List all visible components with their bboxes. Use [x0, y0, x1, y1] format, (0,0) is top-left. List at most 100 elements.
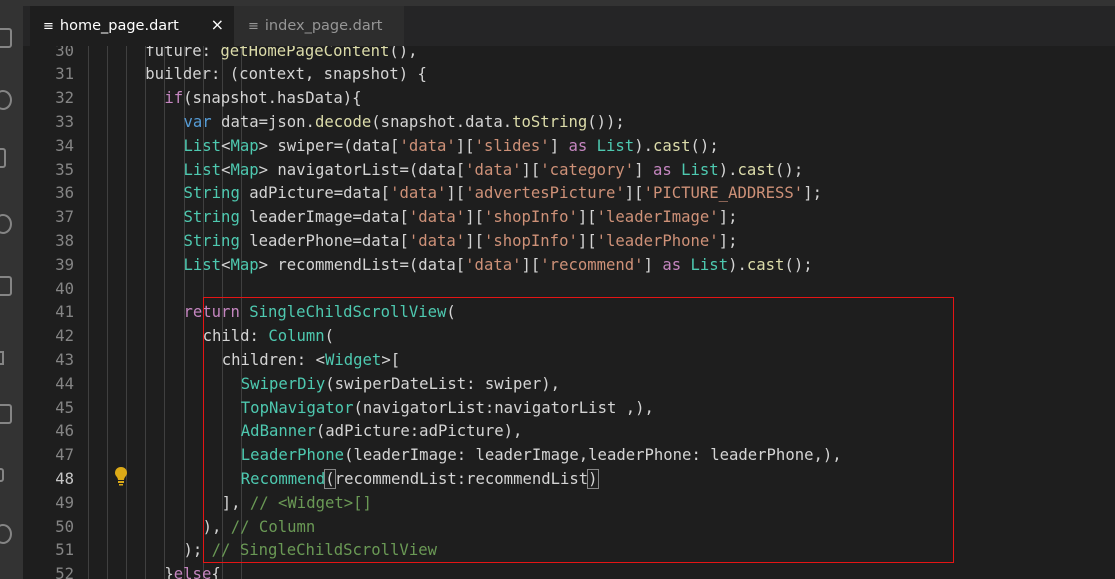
code-line[interactable]: 35 List<Map> navigatorList=(data['data'][… [23, 159, 1115, 183]
line-number: 49 [55, 493, 74, 512]
code-token: List [681, 160, 719, 179]
code-token: ][ [624, 184, 644, 203]
code-line[interactable]: 31 builder: (context, snapshot) { [23, 63, 1115, 87]
code-token: ). [728, 255, 747, 274]
code-token: ] [549, 136, 569, 155]
code-token: ][ [446, 184, 466, 203]
code-token: leaderPhone=data[ [239, 231, 409, 250]
code-token: 'advertesPicture' [465, 184, 625, 203]
line-number: 37 [55, 208, 74, 227]
code-token: List [183, 255, 222, 274]
code-token: data=json. [211, 112, 315, 131]
code-token: else [173, 565, 212, 579]
line-number: 35 [55, 160, 74, 179]
debug-icon[interactable] [0, 214, 12, 234]
line-number: 36 [55, 184, 74, 203]
code-token: if [164, 89, 184, 108]
code-text: List<Map> recommendList=(data['data']['r… [184, 254, 813, 278]
code-text: builder: (context, snapshot) { [145, 63, 427, 87]
code-token: List [596, 136, 635, 155]
code-line[interactable]: 37 String leaderImage=data['data']['shopI… [23, 206, 1115, 230]
code-token: String [183, 231, 240, 250]
extensions-icon[interactable] [0, 276, 12, 296]
code-token: var [183, 112, 212, 131]
file-icon: ≡ [248, 18, 259, 34]
code-token: ]; [718, 208, 738, 227]
code-line[interactable]: 32 if(snapshot.hasData){ [23, 87, 1115, 111]
code-token: 'shopInfo' [483, 231, 578, 250]
close-icon[interactable]: × [211, 15, 224, 34]
code-token: decode [314, 112, 372, 131]
line-number: 31 [55, 65, 74, 84]
code-token: List [183, 136, 222, 155]
line-number: 30 [55, 46, 74, 60]
code-token: 'PICTURE_ADDRESS' [643, 184, 804, 203]
code-line[interactable]: 30 future: getHomePageContent(), [23, 46, 1115, 63]
code-line[interactable]: 52}else{ [23, 563, 1115, 579]
code-token: > swiper=(data[ [258, 136, 400, 155]
code-token: ()); [587, 112, 625, 131]
code-text: }else{ [164, 563, 220, 579]
code-token: ] [643, 255, 663, 274]
code-line[interactable]: 36 String adPicture=data['data']['adverte… [23, 182, 1115, 206]
line-number: 47 [55, 446, 74, 465]
code-token: ]; [718, 231, 738, 250]
code-token: leaderImage=data[ [239, 208, 409, 227]
account-icon[interactable] [0, 524, 12, 544]
code-token: as [568, 136, 588, 155]
code-line[interactable]: 34 List<Map> swiper=(data['data']['slides… [23, 135, 1115, 159]
code-token: (); [690, 136, 719, 155]
code-token: Map [230, 160, 259, 179]
line-number: 38 [55, 231, 74, 250]
code-line[interactable]: 33 var data=json.decode(snapshot.data.toS… [23, 111, 1115, 135]
code-token: 'leaderImage' [596, 208, 719, 227]
tab-home-page[interactable]: ≡ home_page.dart × [30, 6, 234, 46]
code-token: 'data' [465, 255, 522, 274]
code-text: List<Map> swiper=(data['data']['slides']… [184, 135, 719, 159]
code-token: 'data' [408, 231, 466, 250]
code-token: String [183, 184, 240, 203]
code-text: String leaderImage=data['data']['shopInf… [184, 206, 738, 230]
code-line[interactable]: 38 String leaderPhone=data['data']['shopI… [23, 230, 1115, 254]
book-icon[interactable] [0, 404, 12, 424]
line-number: 46 [55, 422, 74, 441]
line-number: 44 [55, 374, 74, 393]
code-token: (); [784, 255, 813, 274]
code-token: future: [145, 46, 221, 60]
code-token: ][ [577, 231, 597, 250]
code-token: ][ [465, 231, 484, 250]
code-token: 'data' [465, 160, 522, 179]
line-number: 45 [55, 398, 74, 417]
tab-index-page[interactable]: ≡ index_page.dart [234, 6, 404, 46]
code-token: cast [652, 136, 691, 155]
code-token: (), [389, 46, 418, 60]
code-line[interactable]: 39 List<Map> recommendList=(data['data'][… [23, 254, 1115, 278]
code-text: var data=json.decode(snapshot.data.toStr… [184, 111, 625, 135]
code-token: ] [634, 160, 653, 179]
code-token: getHomePageContent [220, 46, 390, 60]
code-token: > navigatorList=(data[ [258, 160, 466, 179]
code-token: ][ [465, 208, 484, 227]
remote-icon[interactable] [0, 351, 4, 365]
source-control-icon[interactable] [0, 148, 6, 168]
code-token: ). [634, 136, 653, 155]
code-token: 'leaderPhone' [596, 231, 719, 250]
code-editor[interactable]: 30 future: getHomePageContent(), 31 builder… [23, 46, 1115, 579]
explorer-icon[interactable] [0, 28, 12, 48]
lightbulb-icon[interactable] [114, 466, 128, 486]
search-icon[interactable] [0, 90, 12, 110]
code-token: List [690, 255, 729, 274]
share-icon[interactable] [0, 468, 4, 482]
code-token: 'category' [540, 160, 635, 179]
code-token: ][ [521, 255, 541, 274]
code-text: future: getHomePageContent(), [145, 46, 417, 63]
code-token: ]; [803, 184, 822, 203]
code-token: 'slides' [474, 136, 550, 155]
code-token: 'data' [399, 136, 456, 155]
code-text: if(snapshot.hasData){ [164, 87, 361, 111]
line-number: 41 [55, 303, 74, 322]
code-token: builder: (context, snapshot) { [145, 65, 427, 84]
line-number: 51 [55, 541, 74, 560]
line-number: 34 [55, 136, 74, 155]
